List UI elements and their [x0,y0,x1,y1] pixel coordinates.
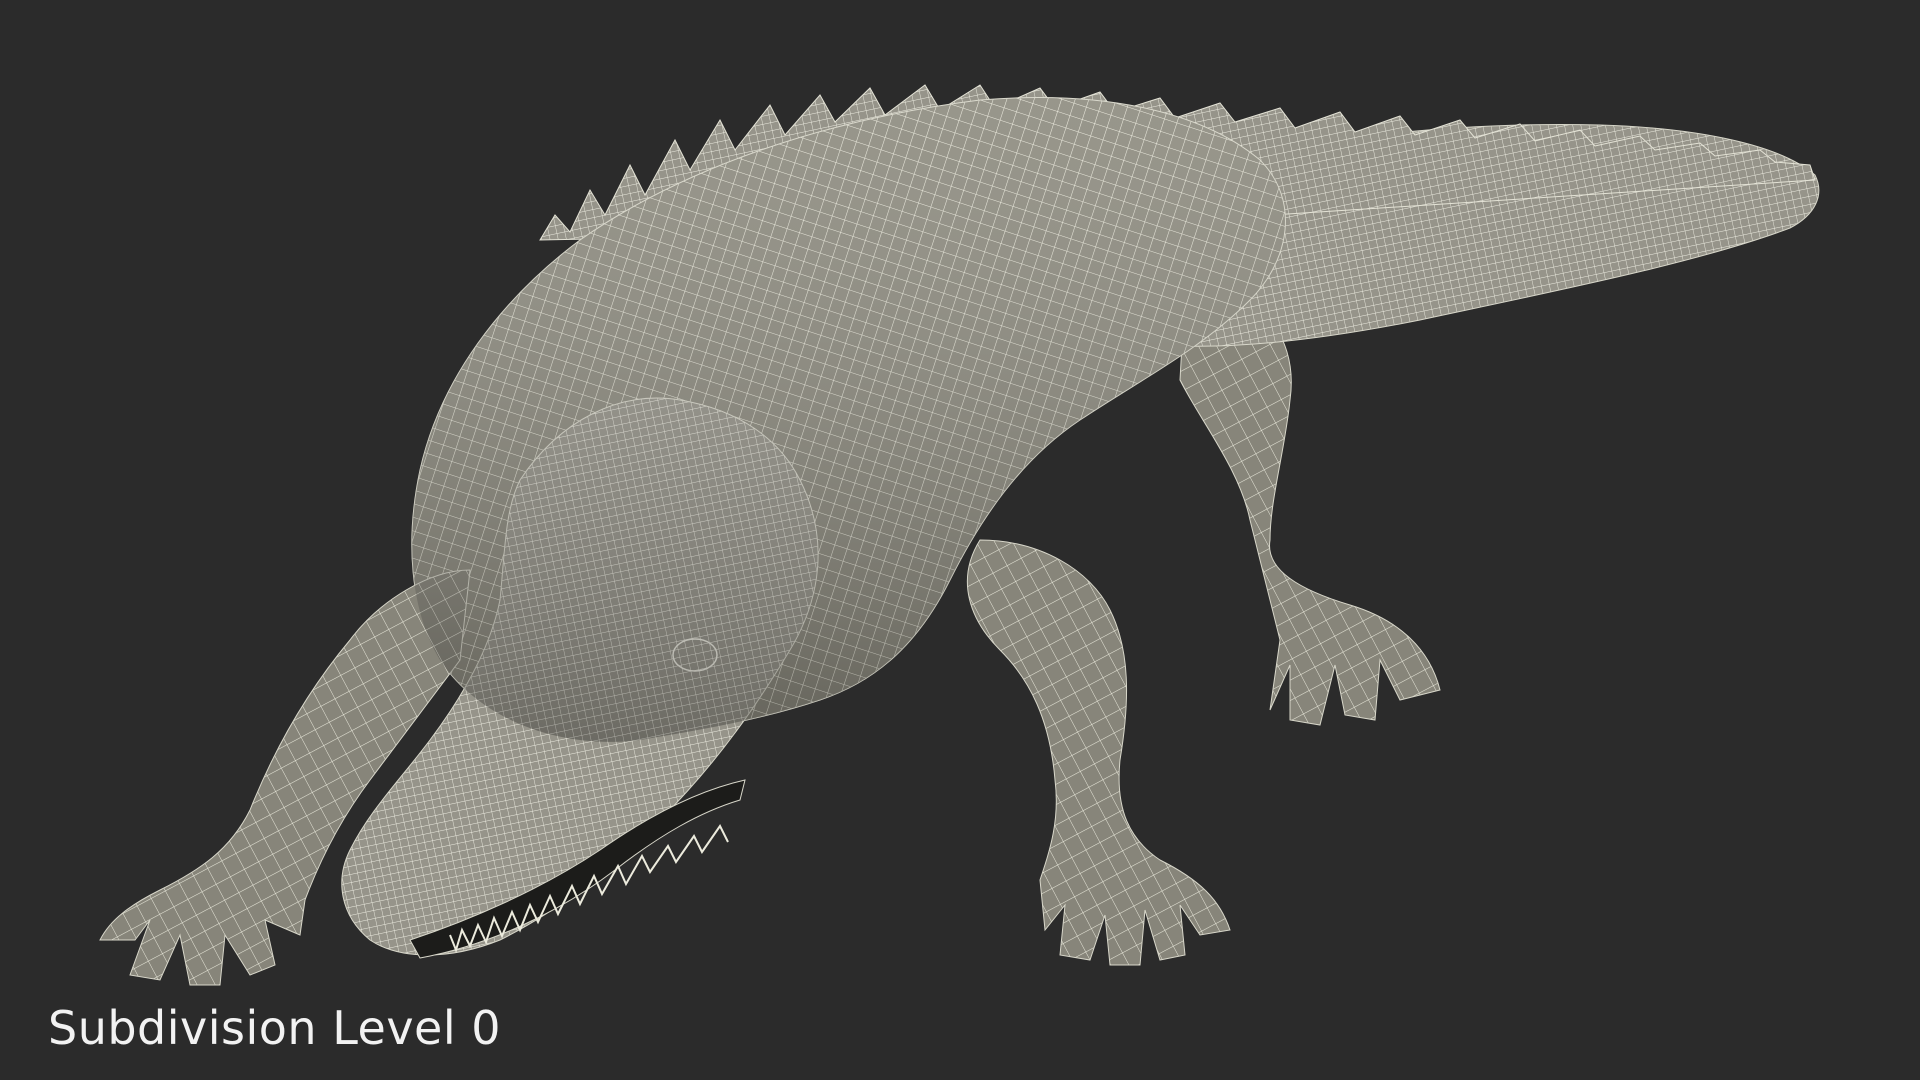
caption-label: Subdivision Level 0 [48,1001,502,1055]
viewport[interactable]: Subdivision Level 0 [0,0,1920,1080]
front-leg-right [966,539,1231,966]
rear-leg [1179,288,1441,726]
crocodile-wireframe-model [99,84,1820,986]
